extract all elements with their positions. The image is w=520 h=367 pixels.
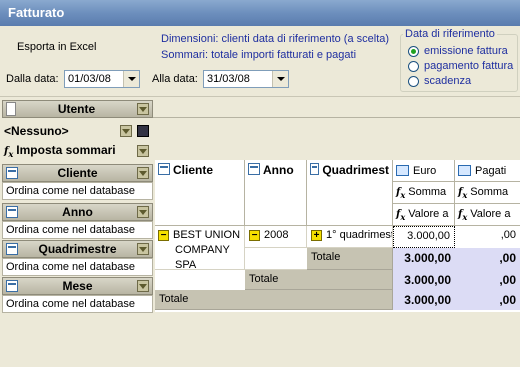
field-icon [310, 163, 320, 175]
measure-icon [396, 165, 409, 176]
set-sums-filter-icon[interactable] [137, 145, 149, 157]
filter-icon[interactable] [137, 206, 149, 218]
function-icon: fx [396, 187, 406, 200]
filter-icon[interactable] [137, 103, 149, 115]
function-icon: fx [458, 209, 468, 222]
client-cell[interactable]: − BEST UNION COMPANY SPA [155, 226, 245, 270]
reference-date-legend: Data di riferimento [405, 28, 495, 40]
field-anno-header[interactable]: Anno [2, 203, 153, 221]
field-icon [6, 206, 18, 218]
year-total-label: Totale [245, 270, 393, 290]
quarter-total-euro[interactable]: 3.000,00 [393, 248, 455, 270]
radio-scadenza[interactable]: scadenza [408, 75, 471, 87]
field-mese-header[interactable]: Mese [2, 277, 153, 295]
set-sums-button[interactable]: fx Imposta sommari [4, 143, 116, 159]
quarter-total-pagati[interactable]: ,00 [455, 248, 520, 270]
window-title: Fatturato [0, 0, 520, 26]
user-value: <Nessuno> [4, 124, 69, 138]
field-quadrimestre-header[interactable]: Quadrimestre [2, 240, 153, 258]
grand-total-pagati[interactable]: ,00 [455, 290, 520, 310]
separator [0, 96, 520, 97]
chevron-down-icon [127, 77, 136, 81]
year-total-euro[interactable]: 3.000,00 [393, 270, 455, 290]
quarter-cell[interactable]: +1° quadrimest [307, 226, 393, 248]
sums-text: Sommari: totale importi fatturati e paga… [161, 49, 357, 61]
radio-selected-icon [408, 45, 419, 57]
field-quadrimestre-order[interactable]: Ordina come nel database [2, 258, 153, 276]
column-drop-area [153, 100, 520, 118]
value-euro-cell[interactable]: 3.000,00 [393, 226, 455, 248]
date-to-value: 31/03/08 [207, 73, 250, 85]
field-icon [6, 167, 18, 179]
row-header-anno[interactable]: Anno [245, 160, 307, 226]
row-header-quadrimestre[interactable]: Quadrimest [307, 160, 393, 226]
measure-icon [458, 165, 471, 176]
filter-icon[interactable] [137, 243, 149, 255]
year-cell[interactable]: −2008 [245, 226, 307, 248]
field-icon [158, 163, 170, 175]
measure-sum-euro[interactable]: fx Somma [393, 182, 455, 204]
field-mese-order[interactable]: Ordina come nel database [2, 295, 153, 313]
measure-header-euro[interactable]: Euro [393, 160, 455, 182]
chevron-down-icon [276, 77, 285, 81]
field-icon [6, 243, 18, 255]
date-from-field[interactable]: 01/03/08 [64, 70, 140, 88]
grand-total-euro[interactable]: 3.000,00 [393, 290, 455, 310]
measure-sum-pagati[interactable]: fx Somma [455, 182, 520, 204]
date-to-dropdown-button[interactable] [272, 71, 288, 87]
spacer [245, 248, 307, 270]
function-icon: fx [458, 187, 468, 200]
measure-value-pagati[interactable]: fx Valore a [455, 204, 520, 226]
year-total-pagati[interactable]: ,00 [455, 270, 520, 290]
user-header-label: Utente [57, 102, 96, 116]
filter-icon[interactable] [137, 280, 149, 292]
field-cliente-order[interactable]: Ordina come nel database [2, 182, 153, 200]
quarter-total-label: Totale [307, 248, 393, 270]
field-icon [6, 280, 18, 292]
measure-value-euro[interactable]: fx Valore a [393, 204, 455, 226]
user-filter-icon[interactable] [120, 125, 132, 137]
radio-icon [408, 75, 419, 87]
collapse-icon[interactable]: − [249, 229, 260, 241]
function-icon: fx [4, 146, 14, 159]
measure-header-pagati[interactable]: Pagati [455, 160, 520, 182]
radio-emissione-fattura[interactable]: emissione fattura [408, 45, 508, 57]
radio-icon [408, 60, 419, 72]
date-to-field[interactable]: 31/03/08 [203, 70, 289, 88]
date-from-value: 01/03/08 [68, 73, 111, 85]
row-header-cliente[interactable]: Cliente [155, 160, 245, 226]
radio-pagamento-fattura[interactable]: pagamento fattura [408, 60, 513, 72]
function-icon: fx [396, 209, 406, 222]
document-icon [6, 102, 16, 116]
grand-total-label: Totale [155, 290, 393, 310]
value-pagati-cell[interactable]: ,00 [455, 226, 520, 248]
save-icon[interactable] [137, 125, 149, 137]
date-from-label: Dalla data: [6, 73, 59, 85]
field-cliente-header[interactable]: Cliente [2, 164, 153, 182]
date-to-label: Alla data: [152, 73, 198, 85]
filter-icon[interactable] [137, 167, 149, 179]
field-anno-order[interactable]: Ordina come nel database [2, 221, 153, 239]
user-header[interactable]: Utente [2, 100, 153, 118]
export-excel-button[interactable]: Esporta in Excel [17, 41, 96, 53]
date-from-dropdown-button[interactable] [123, 71, 139, 87]
collapse-icon[interactable]: − [158, 229, 169, 241]
expand-icon[interactable]: + [311, 229, 322, 241]
dimensions-text: Dimensioni: clienti data di riferimento … [161, 33, 390, 45]
field-icon [248, 163, 260, 175]
